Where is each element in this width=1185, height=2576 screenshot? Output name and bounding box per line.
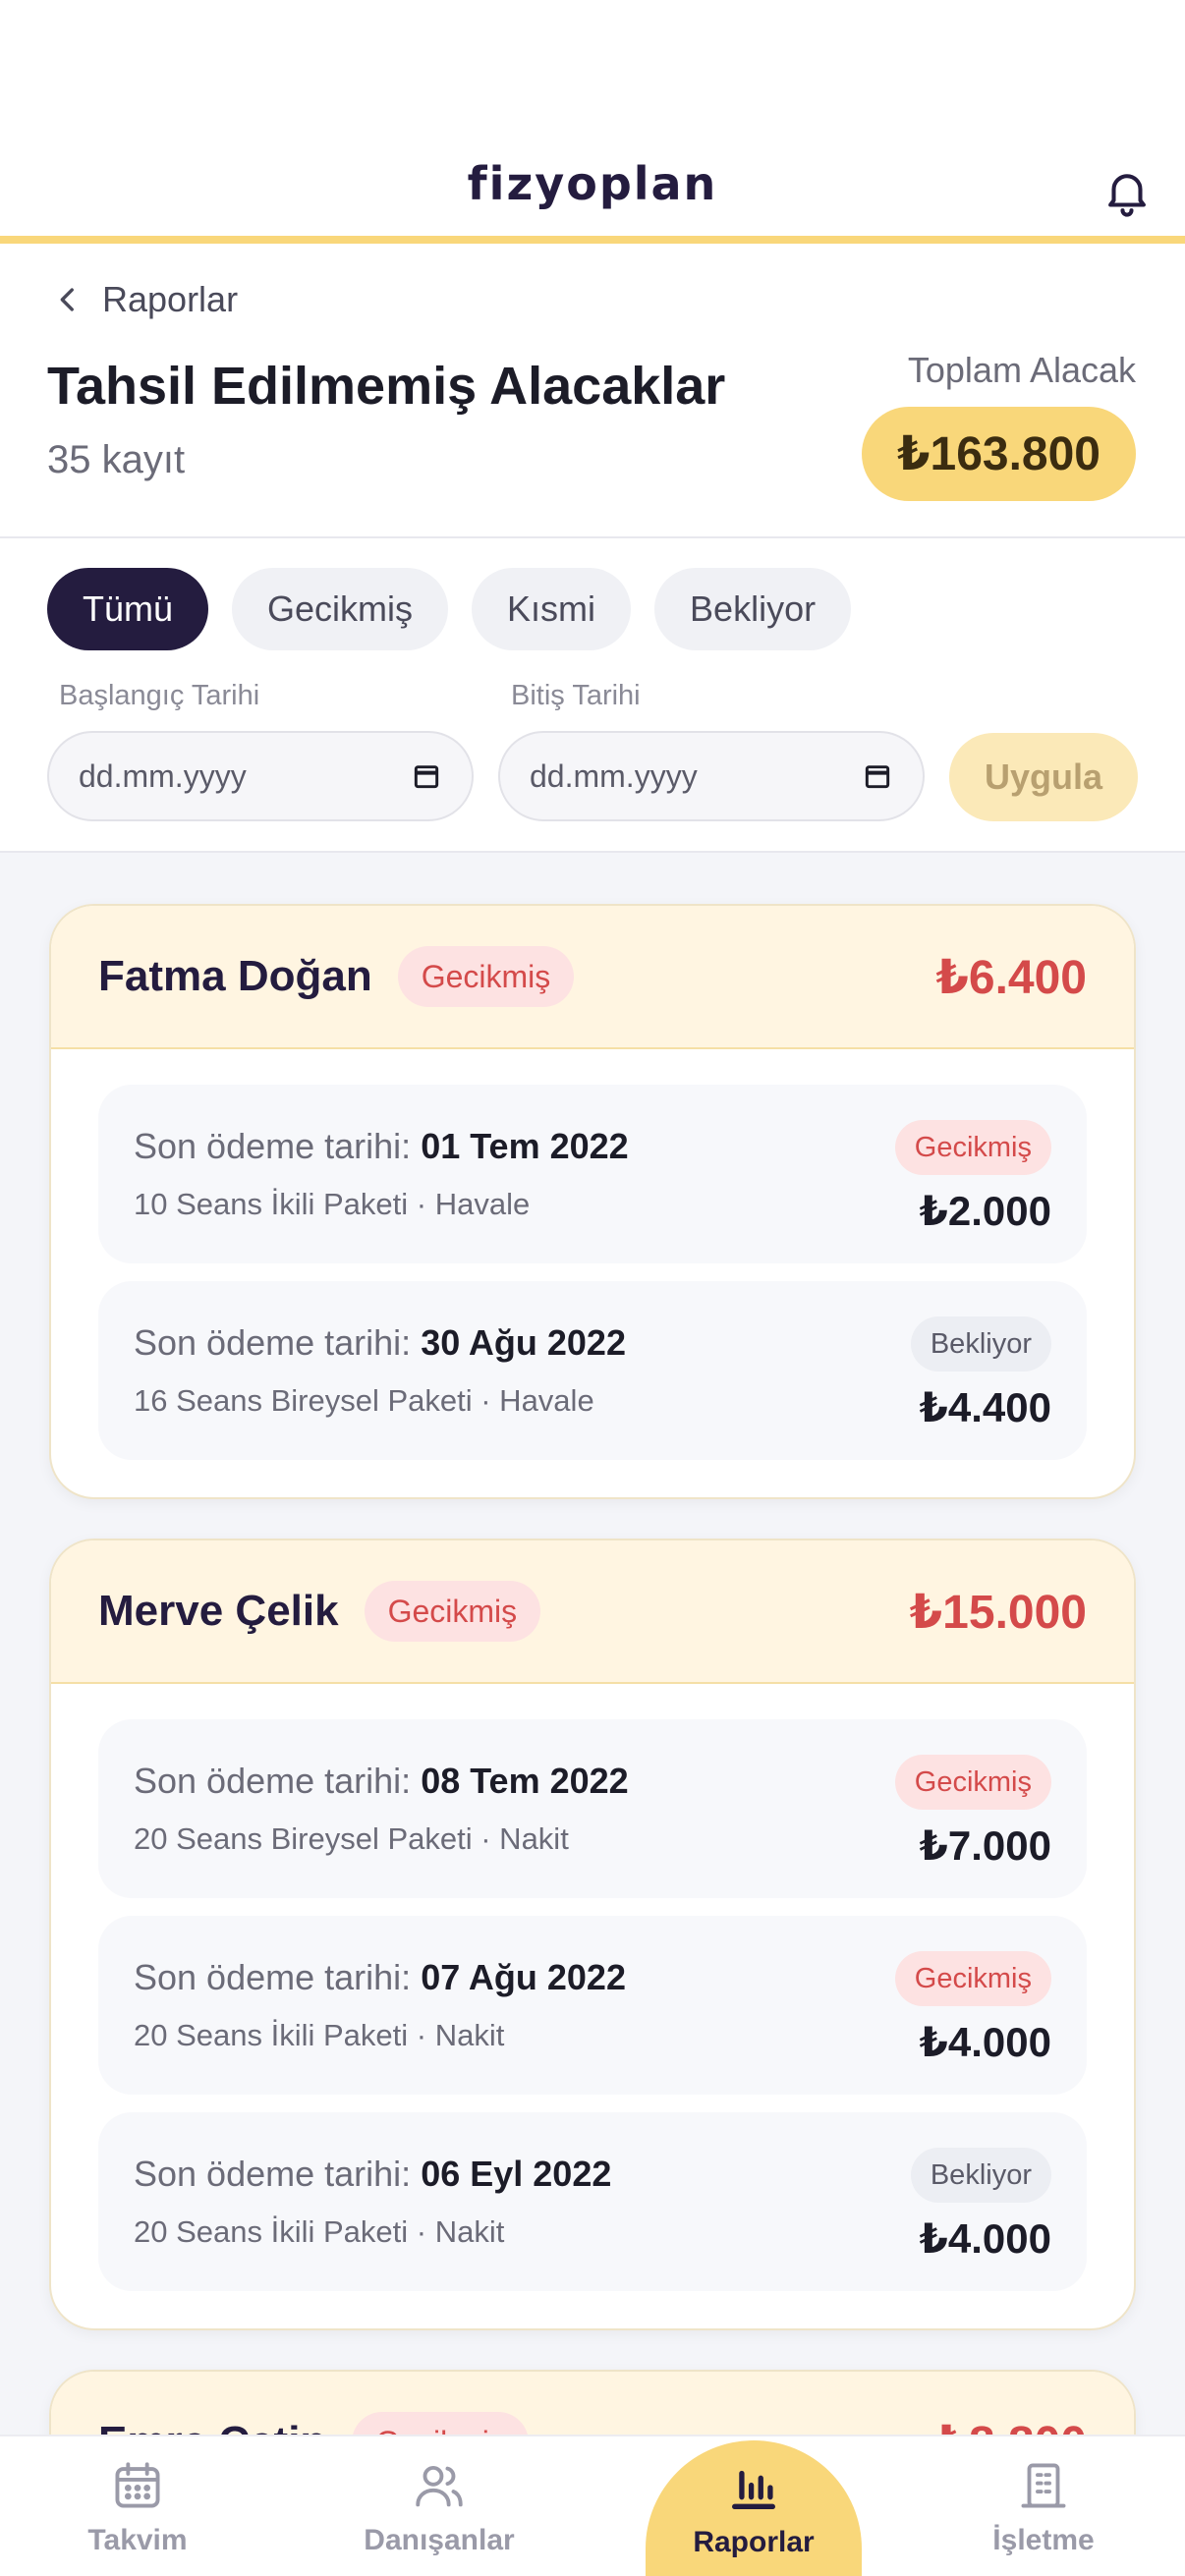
- apply-button[interactable]: Uygula: [949, 733, 1138, 821]
- amount: ₺4.000: [919, 2019, 1051, 2065]
- receivable-item[interactable]: Son ödeme tarihi: 07 Ağu 2022 20 Seans İ…: [98, 1916, 1087, 2095]
- client-name: Fatma Doğan: [98, 952, 372, 1000]
- receivable-item[interactable]: Son ödeme tarihi: 06 Eyl 2022 20 Seans İ…: [98, 2112, 1087, 2291]
- due-date: Son ödeme tarihi: 07 Ağu 2022: [134, 1957, 626, 1997]
- client-total: ₺15.000: [909, 1587, 1087, 1639]
- client-card[interactable]: Merve Çelik Gecikmiş ₺15.000 Son ödeme t…: [49, 1539, 1136, 2330]
- client-card[interactable]: Fatma Doğan Gecikmiş ₺6.400 Son ödeme ta…: [49, 904, 1136, 1499]
- status-badge: Gecikmiş: [894, 1755, 1051, 1810]
- total-amount-badge: ₺163.800: [862, 407, 1136, 501]
- status-badge: Gecikmiş: [894, 1951, 1051, 2006]
- back-link[interactable]: Raporlar: [51, 279, 238, 320]
- bar-chart-icon: [732, 2470, 775, 2509]
- client-total: ₺6.400: [935, 952, 1087, 1004]
- start-date-input[interactable]: dd.mm.yyyy: [47, 731, 474, 821]
- building-icon: [1021, 2463, 1066, 2508]
- calendar-icon: [115, 2462, 160, 2508]
- package-info: 16 Seans Bireysel Paketi · Havale: [134, 1383, 594, 1418]
- client-name: Merve Çelik: [98, 1587, 339, 1635]
- nav-business[interactable]: İşletme: [935, 2436, 1152, 2576]
- client-card-header: Merve Çelik Gecikmiş ₺15.000: [51, 1540, 1134, 1684]
- status-badge: Bekliyor: [910, 1316, 1051, 1372]
- client-card-header: Fatma Doğan Gecikmiş ₺6.400: [51, 906, 1134, 1049]
- package-info: 20 Seans İkili Paketi · Nakit: [134, 2214, 505, 2249]
- top-bar: fizyoplan: [0, 0, 1185, 244]
- back-label: Raporlar: [102, 279, 239, 319]
- package-info: 20 Seans Bireysel Paketi · Nakit: [134, 1821, 569, 1856]
- nav-calendar[interactable]: Takvim: [29, 2436, 246, 2576]
- nav-label: Raporlar: [693, 2526, 815, 2558]
- amount: ₺2.000: [919, 1188, 1051, 1234]
- status-filter-chips: Tümü Gecikmiş Kısmi Bekliyor: [47, 568, 852, 650]
- receivable-item[interactable]: Son ödeme tarihi: 30 Ağu 2022 16 Seans B…: [98, 1281, 1087, 1460]
- client-total: ₺8.800: [935, 2372, 1087, 2435]
- due-date: Son ödeme tarihi: 30 Ağu 2022: [134, 1322, 626, 1363]
- calendar-icon[interactable]: [411, 760, 442, 792]
- amount: ₺4.400: [919, 1384, 1051, 1430]
- start-date-placeholder: dd.mm.yyyy: [79, 757, 247, 794]
- due-date: Son ödeme tarihi: 08 Tem 2022: [134, 1761, 629, 1801]
- client-card-header: Emre Çetin Gecikmiş ₺8.800: [51, 2372, 1134, 2435]
- chip-overdue[interactable]: Gecikmiş: [232, 568, 449, 650]
- status-badge: Gecikmiş: [397, 946, 575, 1007]
- end-date-label: Bitiş Tarihi: [511, 680, 641, 711]
- amount: ₺4.000: [919, 2215, 1051, 2262]
- package-info: 20 Seans İkili Paketi · Nakit: [134, 2018, 505, 2052]
- chip-partial[interactable]: Kısmi: [472, 568, 632, 650]
- page-title: Tahsil Edilmemiş Alacaklar: [47, 357, 726, 416]
- due-date: Son ödeme tarihi: 01 Tem 2022: [134, 1126, 629, 1166]
- receivable-item[interactable]: Son ödeme tarihi: 08 Tem 2022 20 Seans B…: [98, 1719, 1087, 1898]
- end-date-input[interactable]: dd.mm.yyyy: [498, 731, 925, 821]
- chevron-left-icon: [60, 288, 74, 311]
- bottom-navigation: Takvim Danışanlar Raporlar İşletme: [0, 2435, 1185, 2576]
- nav-label: Danışanlar: [364, 2524, 515, 2556]
- package-info: 10 Seans İkili Paketi · Havale: [134, 1187, 531, 1221]
- chip-all[interactable]: Tümü: [47, 568, 209, 650]
- users-icon: [416, 2465, 463, 2507]
- app-logo: fizyoplan: [467, 157, 718, 210]
- end-date-placeholder: dd.mm.yyyy: [530, 757, 698, 794]
- status-badge: Bekliyor: [910, 2148, 1051, 2203]
- status-badge: Gecikmiş: [364, 1581, 541, 1642]
- status-badge: Gecikmiş: [352, 2412, 529, 2435]
- nav-label: İşletme: [992, 2524, 1095, 2556]
- record-count: 35 kayıt: [47, 438, 186, 481]
- nav-label: Takvim: [87, 2524, 188, 2556]
- client-card[interactable]: Emre Çetin Gecikmiş ₺8.800: [49, 2370, 1136, 2435]
- client-name: Emre Çetin: [98, 2418, 326, 2435]
- nav-clients[interactable]: Danışanlar: [331, 2436, 547, 2576]
- due-date: Son ödeme tarihi: 06 Eyl 2022: [134, 2154, 612, 2194]
- receivable-item[interactable]: Son ödeme tarihi: 01 Tem 2022 10 Seans İ…: [98, 1085, 1087, 1263]
- total-label: Toplam Alacak: [907, 350, 1136, 390]
- bell-icon[interactable]: [1100, 165, 1154, 218]
- chip-pending[interactable]: Bekliyor: [654, 568, 852, 650]
- amount: ₺7.000: [919, 1822, 1051, 1869]
- status-badge: Gecikmiş: [894, 1120, 1051, 1175]
- nav-reports[interactable]: Raporlar: [646, 2440, 862, 2576]
- start-date-label: Başlangıç Tarihi: [59, 680, 260, 711]
- receivables-list: Fatma Doğan Gecikmiş ₺6.400 Son ödeme ta…: [0, 853, 1185, 2435]
- calendar-icon[interactable]: [862, 760, 893, 792]
